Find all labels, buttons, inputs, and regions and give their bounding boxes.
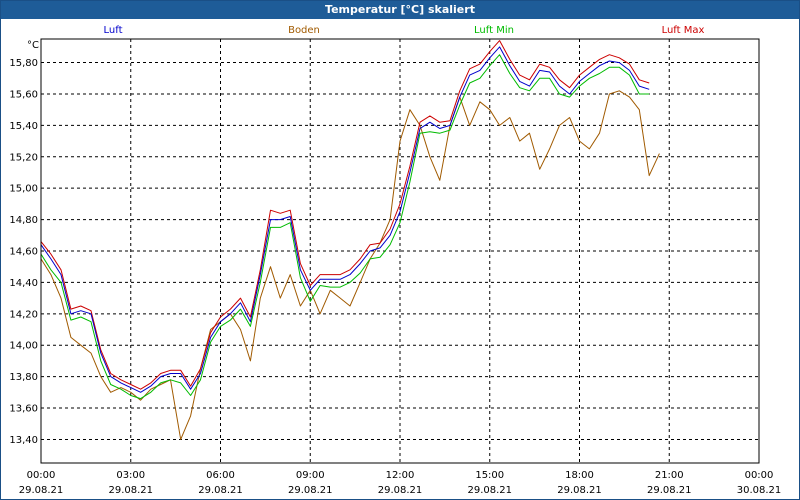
x-tick-date: 29.08.21: [557, 485, 602, 496]
chart-window: Temperatur [°C] skaliert Luft Boden Luft M…: [0, 0, 800, 500]
x-tick-time: 15:00: [475, 470, 504, 481]
grid: [41, 39, 759, 463]
x-tick-date: 29.08.21: [467, 485, 512, 496]
x-tick-time: 03:00: [116, 470, 145, 481]
axes: 13,40 13,60 13,80 14,00 14,20 14,40 14,60 14,80…: [9, 38, 782, 496]
x-tick-date: 29.08.21: [288, 485, 333, 496]
legend-item: Luft Max: [662, 25, 705, 36]
x-tick-date: 29.08.21: [198, 485, 243, 496]
y-tick-label: 15,20: [9, 152, 38, 163]
chart-svg: Luft Boden Luft Min Luft Max 13,40 13,60 13,8…: [9, 25, 782, 496]
y-tick-label: 14,20: [9, 309, 38, 320]
x-tick-date: 30.08.21: [737, 485, 782, 496]
legend-item: Luft Min: [474, 25, 514, 36]
series: [40, 40, 660, 440]
y-tick-label: 15,60: [9, 89, 38, 100]
y-tick-label: 15,00: [9, 184, 38, 195]
x-tick-time: 00:00: [745, 470, 774, 481]
x-tick-time: 00:00: [27, 470, 56, 481]
series-line: [40, 40, 650, 390]
series-line: [40, 54, 650, 400]
y-tick-label: 15,40: [9, 121, 38, 132]
series-line: [40, 90, 660, 440]
y-tick-label: 14,80: [9, 215, 38, 226]
x-tick-date: 29.08.21: [108, 485, 153, 496]
y-tick-label: 15,80: [9, 58, 38, 69]
y-axis-label: °C: [27, 40, 39, 51]
y-tick-label: 14,60: [9, 247, 38, 258]
x-tick-time: 18:00: [565, 470, 594, 481]
legend-item: Luft: [104, 25, 123, 36]
x-tick-time: 09:00: [296, 470, 325, 481]
x-tick-time: 06:00: [206, 470, 235, 481]
x-tick-time: 12:00: [386, 470, 415, 481]
legend: Luft Boden Luft Min Luft Max: [104, 25, 705, 36]
x-tick-date: 29.08.21: [378, 485, 423, 496]
x-tick-time: 21:00: [655, 470, 684, 481]
x-tick-date: 29.08.21: [19, 485, 64, 496]
x-tick-date: 29.08.21: [647, 485, 692, 496]
y-tick-label: 13,60: [9, 404, 38, 415]
y-tick-label: 13,40: [9, 435, 38, 446]
y-tick-label: 14,00: [9, 341, 38, 352]
y-tick-label: 13,80: [9, 372, 38, 383]
legend-item: Boden: [288, 25, 320, 36]
y-tick-label: 14,40: [9, 278, 38, 289]
